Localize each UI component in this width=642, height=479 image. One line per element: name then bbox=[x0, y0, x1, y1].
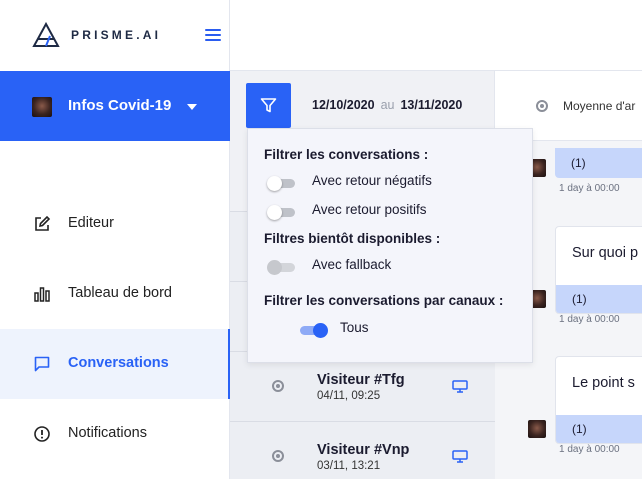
message-time: 1 day à 00:00 bbox=[559, 183, 620, 194]
conversation-time: 03/11, 13:21 bbox=[317, 460, 381, 472]
answer-bubble: (1) bbox=[556, 285, 642, 313]
message-time: 1 day à 00:00 bbox=[559, 444, 620, 455]
answer-bubble: (1) bbox=[556, 415, 642, 443]
status-dot-icon bbox=[272, 450, 284, 462]
all-channels-toggle[interactable] bbox=[298, 323, 328, 338]
negative-feedback-label: Avec retour négatifs bbox=[312, 173, 432, 188]
prisme-logo-icon bbox=[32, 22, 60, 47]
fallback-toggle bbox=[267, 260, 297, 275]
alert-circle-icon bbox=[34, 426, 50, 442]
nav-item-conversations[interactable]: Conversations bbox=[0, 329, 231, 399]
conversation-name: Visiteur #Tfg bbox=[317, 372, 405, 388]
edit-icon bbox=[35, 215, 51, 231]
answer-bubble: (1) bbox=[555, 148, 642, 178]
question-text: Le point s bbox=[572, 375, 635, 391]
nav-item-tableau-de-bord[interactable]: Tableau de bord bbox=[0, 259, 230, 329]
detail-header-text: Moyenne d'ar bbox=[563, 99, 636, 113]
soon-section-title: Filtres bientôt disponibles : bbox=[264, 231, 441, 246]
date-from: 12/10/2020 bbox=[312, 98, 375, 112]
filter-button[interactable] bbox=[246, 83, 291, 128]
filter-section-title: Filtrer les conversations : bbox=[264, 147, 429, 162]
bar-chart-icon bbox=[34, 287, 50, 302]
filter-popover: Filtrer les conversations : Avec retour … bbox=[247, 128, 533, 363]
monitor-icon bbox=[452, 450, 468, 463]
status-dot-icon bbox=[536, 100, 548, 112]
sidebar: PRISME.AI Infos Covid-19 Editeur Tableau… bbox=[0, 0, 231, 479]
brand-header: PRISME.AI bbox=[0, 0, 230, 71]
conversation-time: 04/11, 09:25 bbox=[317, 390, 381, 402]
message-card: Sur quoi p (1) bbox=[555, 226, 642, 314]
negative-feedback-toggle[interactable] bbox=[267, 176, 297, 191]
nav-item-editeur[interactable]: Editeur bbox=[0, 189, 230, 259]
fallback-label: Avec fallback bbox=[312, 257, 392, 272]
date-to: 13/11/2020 bbox=[400, 98, 463, 112]
bot-avatar bbox=[32, 97, 52, 117]
message-card: Le point s (1) bbox=[555, 356, 642, 444]
brand-name: PRISME.AI bbox=[71, 28, 162, 42]
nav-label: Conversations bbox=[68, 355, 169, 371]
conversation-name: Visiteur #Vnp bbox=[317, 442, 410, 458]
menu-icon[interactable] bbox=[205, 29, 221, 41]
list-item[interactable]: Visiteur #Vnp 03/11, 13:21 bbox=[230, 421, 495, 479]
message-time: 1 day à 00:00 bbox=[559, 314, 620, 325]
monitor-icon bbox=[452, 380, 468, 393]
all-channels-label: Tous bbox=[340, 320, 369, 335]
status-dot-icon bbox=[272, 380, 284, 392]
date-separator: au bbox=[380, 98, 395, 112]
nav-label: Tableau de bord bbox=[68, 285, 172, 301]
date-range[interactable]: 12/10/2020 au 13/11/2020 bbox=[312, 98, 462, 112]
filter-icon bbox=[260, 98, 277, 113]
bot-selector[interactable]: Infos Covid-19 bbox=[0, 71, 230, 141]
nav-label: Editeur bbox=[68, 215, 114, 231]
positive-feedback-toggle[interactable] bbox=[267, 205, 297, 220]
channels-section-title: Filtrer les conversations par canaux : bbox=[264, 293, 504, 308]
question-text: Sur quoi p bbox=[572, 245, 639, 261]
nav-item-notifications[interactable]: Notifications bbox=[0, 399, 230, 469]
bot-name: Infos Covid-19 bbox=[68, 97, 172, 114]
chevron-down-icon[interactable] bbox=[187, 104, 197, 110]
bot-avatar bbox=[528, 420, 546, 438]
positive-feedback-label: Avec retour positifs bbox=[312, 202, 427, 217]
top-bar bbox=[495, 0, 642, 71]
chat-bubble-icon bbox=[34, 356, 50, 372]
top-bar bbox=[230, 0, 495, 71]
nav-label: Notifications bbox=[68, 425, 147, 441]
